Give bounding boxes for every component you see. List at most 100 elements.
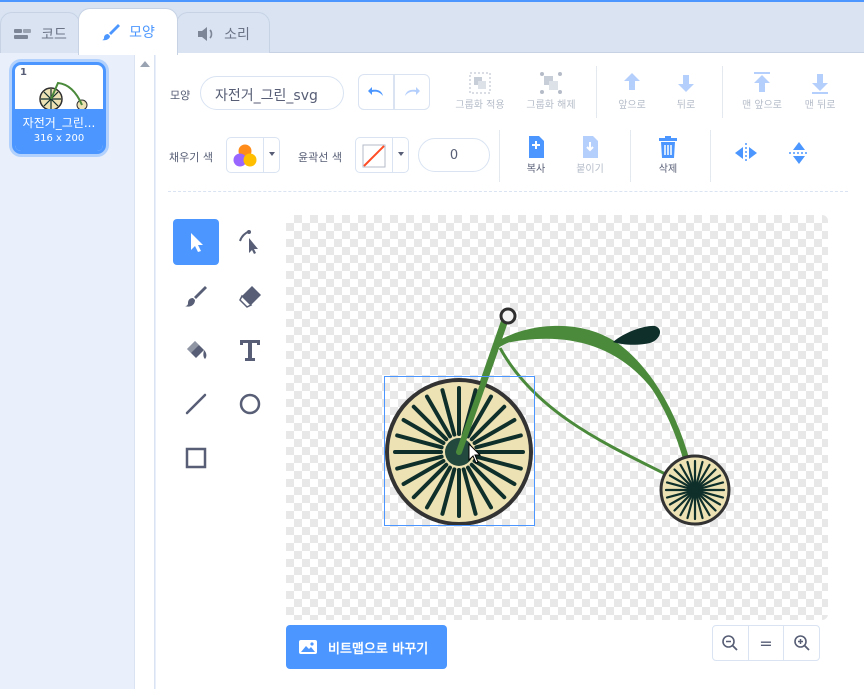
costume-name-input[interactable]: 자전거_그린_svg — [200, 76, 344, 110]
group-icon — [469, 72, 491, 94]
chevron-down-icon[interactable] — [392, 138, 408, 172]
costume-thumbnail — [39, 81, 88, 111]
group-label: 그룹화 적용 — [455, 100, 505, 111]
arrow-cursor-icon — [191, 233, 203, 252]
chevron-down-icon[interactable] — [263, 138, 279, 172]
backward-label: 뒤로 — [676, 100, 696, 111]
ungroup-label: 그룹화 해제 — [526, 100, 576, 111]
paint-bucket-icon — [187, 341, 207, 359]
fill-color-picker[interactable] — [226, 137, 280, 173]
sidebar-scrollbar[interactable] — [134, 53, 155, 689]
zoom-controls: = — [712, 625, 820, 661]
paste-label: 붙이기 — [576, 164, 604, 175]
reshape-tool[interactable] — [227, 219, 273, 265]
copy-label: 복사 — [526, 164, 546, 175]
costume-size: 316 x 200 — [33, 133, 85, 144]
costume-number: 1 — [20, 67, 27, 78]
tab-sounds-label: 소리 — [224, 26, 250, 43]
redo-icon — [405, 87, 420, 96]
zoom-in-button[interactable] — [784, 626, 819, 660]
ungroup-button[interactable]: 그룹화 해제 — [520, 70, 582, 111]
zoom-out-button[interactable] — [713, 626, 749, 660]
rectangle-icon — [185, 447, 207, 469]
circle-icon — [239, 393, 261, 415]
code-icon — [14, 28, 32, 39]
toolbar-divider — [630, 130, 631, 182]
speaker-icon — [198, 26, 213, 41]
undo-icon — [368, 87, 383, 96]
copy-icon — [529, 136, 544, 158]
outline-color-picker[interactable] — [355, 137, 409, 173]
costume-item[interactable]: 1 자전거_그린... 316 x 200 — [12, 62, 106, 154]
toolbar-separator — [168, 191, 848, 192]
fill-color-label: 채우기 색 — [169, 151, 213, 164]
forward-label: 앞으로 — [618, 100, 646, 111]
trash-icon — [659, 136, 677, 158]
editor-tab-bar: 코드 모양 소리 — [0, 2, 864, 55]
toolbar-divider — [722, 66, 723, 118]
toolbar-divider — [710, 130, 711, 182]
toolbar-divider — [596, 66, 597, 118]
convert-to-bitmap-label: 비트맵으로 바꾸기 — [328, 641, 429, 657]
bring-to-front-icon — [754, 72, 770, 92]
copy-button[interactable]: 복사 — [514, 134, 558, 175]
tab-sounds[interactable]: 소리 — [176, 12, 270, 54]
image-icon — [299, 640, 317, 654]
delete-label: 삭제 — [658, 164, 678, 175]
backward-button[interactable]: 뒤로 — [662, 70, 710, 111]
undo-button[interactable] — [358, 74, 394, 110]
eraser-icon — [239, 286, 261, 308]
select-tool[interactable] — [173, 219, 219, 265]
line-tool[interactable] — [173, 381, 219, 427]
zoom-reset-button[interactable]: = — [749, 626, 785, 660]
text-tool[interactable] — [227, 327, 273, 373]
small-wheel — [659, 454, 731, 526]
paste-icon — [583, 136, 598, 158]
circle-tool[interactable] — [227, 381, 273, 427]
arrow-down-icon — [678, 75, 694, 92]
front-label: 맨 앞으로 — [742, 100, 782, 111]
back-label: 맨 뒤로 — [804, 100, 836, 111]
fill-tool[interactable] — [173, 327, 219, 373]
send-to-back-icon — [812, 74, 828, 94]
toolbar-divider — [499, 130, 500, 182]
tab-costumes-label: 모양 — [129, 25, 155, 41]
costume-name-label: 모양 — [170, 89, 191, 102]
brush-tool[interactable] — [173, 273, 219, 319]
drawing-canvas[interactable] — [286, 215, 828, 620]
forward-button[interactable]: 앞으로 — [608, 70, 656, 111]
outline-color-label: 윤곽선 색 — [298, 151, 342, 164]
handlebar-ring — [499, 307, 517, 325]
flip-horizontal-button[interactable] — [731, 140, 761, 166]
line-icon — [185, 393, 207, 415]
costume-name: 자전거_그린... — [22, 116, 96, 130]
scroll-up-arrow[interactable] — [140, 61, 150, 67]
flip-vertical-button[interactable] — [784, 140, 814, 166]
group-button[interactable]: 그룹화 적용 — [449, 70, 511, 111]
arrow-up-icon — [624, 73, 640, 90]
front-button[interactable]: 맨 앞으로 — [733, 70, 791, 111]
costume-label: 자전거_그린... 316 x 200 — [15, 109, 103, 151]
outline-width-input[interactable]: 0 — [418, 138, 490, 172]
zoom-in-icon — [793, 635, 810, 651]
reshape-icon — [239, 230, 258, 254]
color-swatch-icon — [233, 144, 257, 167]
zoom-out-icon — [722, 635, 738, 651]
flip-horizontal-icon — [735, 143, 757, 163]
ungroup-icon — [540, 72, 562, 94]
bicycle-seat — [613, 325, 661, 345]
eraser-tool[interactable] — [227, 273, 273, 319]
redo-button[interactable] — [394, 74, 430, 110]
brush-icon — [185, 286, 207, 307]
tab-code[interactable]: 코드 — [0, 12, 80, 54]
no-outline-icon — [362, 144, 386, 168]
rectangle-tool[interactable] — [173, 435, 219, 481]
delete-button[interactable]: 삭제 — [646, 134, 690, 175]
back-button[interactable]: 맨 뒤로 — [794, 70, 846, 111]
flip-vertical-icon — [789, 142, 809, 164]
convert-to-bitmap-button[interactable]: 비트맵으로 바꾸기 — [286, 625, 447, 669]
paste-button[interactable]: 붙이기 — [568, 134, 612, 175]
tab-code-label: 코드 — [41, 26, 67, 43]
tab-costumes[interactable]: 모양 — [78, 8, 178, 55]
bicycle-drawing — [384, 307, 731, 526]
